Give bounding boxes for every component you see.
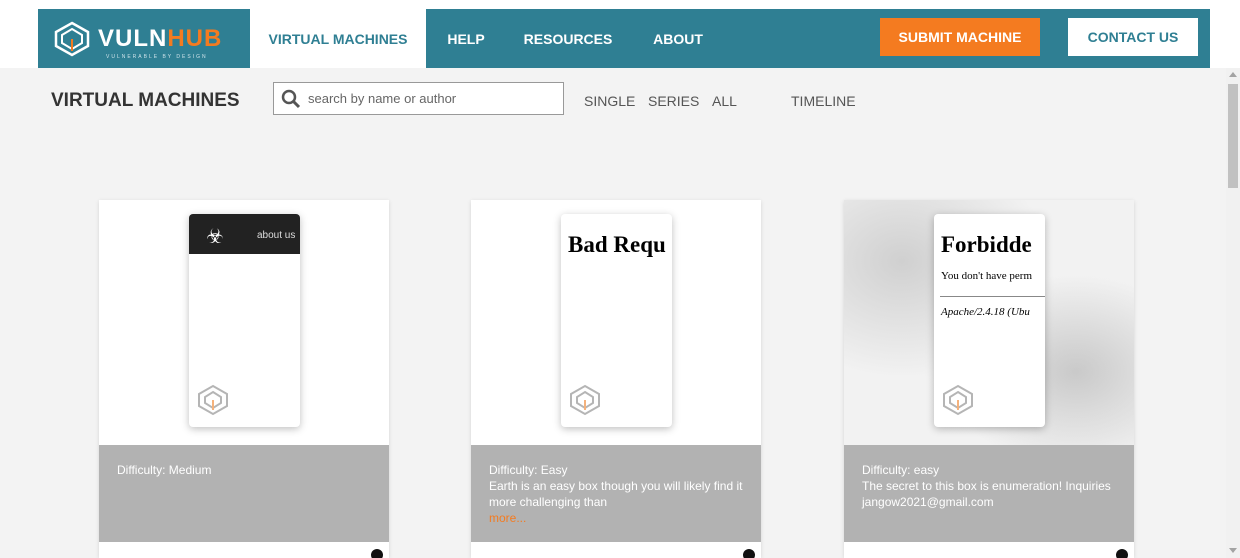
- filter-all[interactable]: ALL: [712, 93, 737, 109]
- submit-machine-button[interactable]: SUBMIT MACHINE: [880, 18, 1040, 56]
- logo-wordmark: VULNHUB: [98, 25, 223, 52]
- top-navigation: VULNHUB VULNERABLE BY DESIGN VIRTUAL MAC…: [38, 9, 1210, 68]
- vm-description: Earth is an easy box though you will lik…: [489, 479, 743, 509]
- nav-help[interactable]: HELP: [426, 9, 506, 68]
- vertical-scrollbar[interactable]: [1226, 68, 1240, 558]
- header: VULNHUB VULNERABLE BY DESIGN VIRTUAL MAC…: [0, 0, 1240, 68]
- preview-about-text: about us: [257, 230, 296, 241]
- nav-about[interactable]: ABOUT: [642, 9, 714, 68]
- preview-header-bar: ☣ about us: [189, 214, 300, 254]
- vm-screenshot: Forbidde You don't have perm Apache/2.4.…: [934, 214, 1045, 427]
- more-link[interactable]: more...: [489, 510, 749, 526]
- vm-preview-area[interactable]: ☣ about us: [99, 200, 389, 445]
- nav-virtual-machines[interactable]: VIRTUAL MACHINES: [250, 9, 426, 68]
- preview-title: Bad Requ: [568, 232, 666, 257]
- status-dot: [1116, 549, 1128, 558]
- page-title: VIRTUAL MACHINES: [51, 90, 240, 111]
- preview-message: You don't have perm: [941, 270, 1032, 282]
- vm-preview-area[interactable]: Forbidde You don't have perm Apache/2.4.…: [844, 200, 1134, 445]
- vulnhub-watermark-icon: [570, 384, 600, 416]
- vm-screenshot: Bad Requ: [561, 214, 672, 427]
- vm-card[interactable]: Bad Requ Difficulty: Easy Earth is an ea…: [471, 200, 761, 558]
- logo-cube-icon: [54, 21, 90, 57]
- difficulty-label: Difficulty: Medium: [117, 463, 212, 477]
- search-input[interactable]: [308, 83, 558, 114]
- vulnhub-watermark-icon: [198, 384, 228, 416]
- vm-info: Difficulty: Easy Earth is an easy box th…: [471, 445, 761, 542]
- vulnhub-watermark-icon: [943, 384, 973, 416]
- vm-screenshot: ☣ about us: [189, 214, 300, 427]
- preview-divider: [940, 296, 1045, 297]
- logo-tagline: VULNERABLE BY DESIGN: [106, 54, 208, 60]
- vm-description: The secret to this box is enumeration! I…: [862, 479, 1111, 509]
- filter-series[interactable]: SERIES: [648, 93, 699, 109]
- preview-server-signature: Apache/2.4.18 (Ubu: [941, 306, 1030, 318]
- biohazard-icon: ☣: [206, 226, 224, 248]
- filter-timeline[interactable]: TIMELINE: [791, 93, 856, 109]
- preview-title: Forbidde: [941, 232, 1032, 257]
- scroll-down-arrow-icon[interactable]: [1229, 548, 1237, 553]
- vm-preview-area[interactable]: Bad Requ: [471, 200, 761, 445]
- vm-info: Difficulty: easy The secret to this box …: [844, 445, 1134, 542]
- contact-us-button[interactable]: CONTACT US: [1068, 18, 1198, 56]
- filter-single[interactable]: SINGLE: [584, 93, 635, 109]
- search-icon: [281, 89, 301, 109]
- difficulty-label: Difficulty: easy: [862, 463, 940, 477]
- vm-card[interactable]: Forbidde You don't have perm Apache/2.4.…: [844, 200, 1134, 558]
- vulnhub-logo[interactable]: VULNHUB VULNERABLE BY DESIGN: [54, 17, 239, 61]
- card-footer: [471, 542, 761, 558]
- scroll-up-arrow-icon[interactable]: [1229, 72, 1237, 77]
- card-footer: [844, 542, 1134, 558]
- nav-resources[interactable]: RESOURCES: [512, 9, 624, 68]
- scrollbar-thumb[interactable]: [1228, 84, 1238, 188]
- card-footer: [99, 542, 389, 558]
- vm-info: Difficulty: Medium: [99, 445, 389, 542]
- difficulty-label: Difficulty: Easy: [489, 463, 568, 477]
- vm-card[interactable]: ☣ about us Difficulty: Medium: [99, 200, 389, 558]
- status-dot: [371, 549, 383, 558]
- search-box[interactable]: [273, 82, 564, 115]
- status-dot: [743, 549, 755, 558]
